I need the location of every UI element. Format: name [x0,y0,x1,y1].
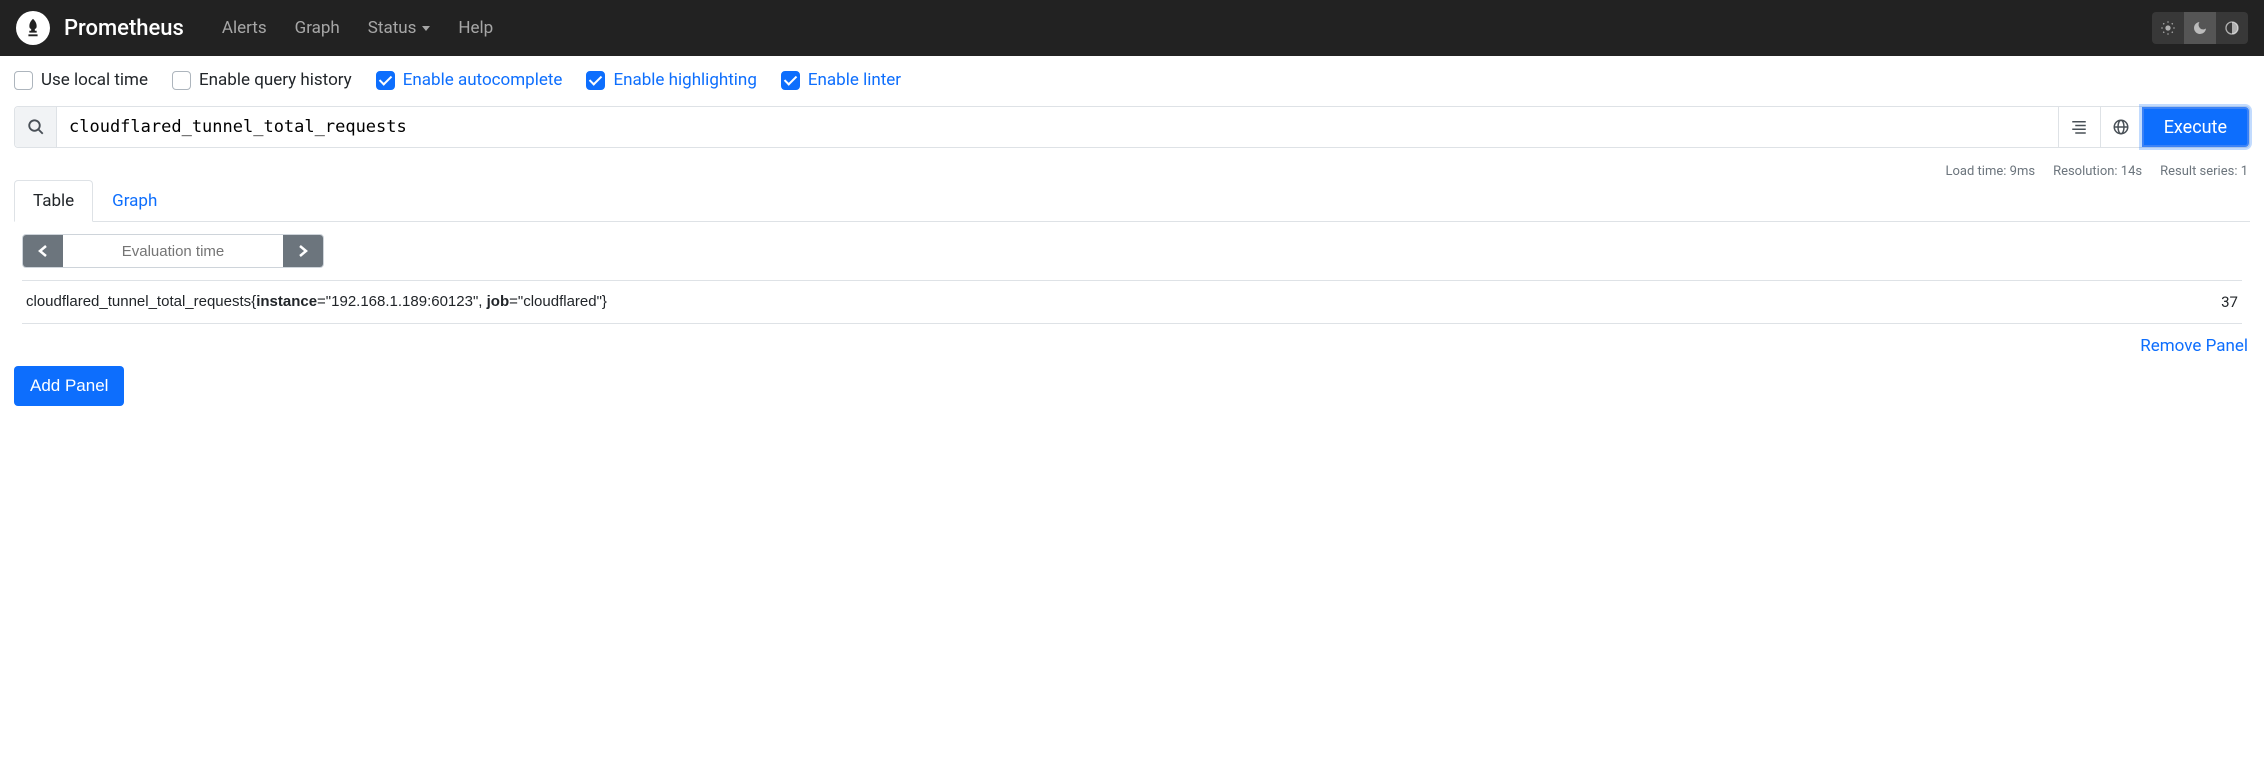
table-row: cloudflared_tunnel_total_requests{instan… [22,281,2242,323]
sun-icon [2160,20,2176,36]
main-container: Use local time Enable query history Enab… [0,56,2264,420]
navbar-left: Prometheus Alerts Graph Status Help [16,10,503,46]
theme-switcher [2152,12,2248,44]
evaluation-time-input[interactable] [63,235,283,267]
format-query-button[interactable] [2058,107,2100,147]
add-panel-button[interactable]: Add Panel [14,366,124,406]
navbar: Prometheus Alerts Graph Status Help [0,0,2264,56]
option-local-time[interactable]: Use local time [14,70,148,90]
chevron-down-icon [422,26,430,31]
eval-prev-button[interactable] [23,235,63,267]
nav-graph[interactable]: Graph [285,10,350,46]
moon-icon [2192,20,2208,36]
prometheus-logo-icon [16,11,50,45]
option-linter-label: Enable linter [808,70,901,90]
checkbox-checked-icon [376,71,395,90]
nav-alerts[interactable]: Alerts [212,10,277,46]
stat-resolution: Resolution: 14s [2053,164,2142,179]
remove-panel-row: Remove Panel [14,332,2250,366]
option-autocomplete-label: Enable autocomplete [403,70,563,90]
brand[interactable]: Prometheus [16,11,184,45]
brand-name: Prometheus [64,16,184,41]
option-highlighting[interactable]: Enable highlighting [586,70,756,90]
result-table: cloudflared_tunnel_total_requests{instan… [14,272,2250,332]
checkbox-unchecked-icon [172,71,191,90]
checkbox-checked-icon [781,71,800,90]
globe-icon [2112,118,2130,136]
evaluation-time-group [22,234,324,268]
search-icon [27,118,45,136]
checkbox-unchecked-icon [14,71,33,90]
stat-load-time: Load time: 9ms [1946,164,2036,179]
option-linter[interactable]: Enable linter [781,70,901,90]
option-query-history[interactable]: Enable query history [172,70,352,90]
chevron-left-icon [38,244,48,258]
metrics-explorer-button[interactable] [15,107,57,147]
theme-dark-button[interactable] [2184,12,2216,44]
option-query-history-label: Enable query history [199,70,352,90]
theme-auto-button[interactable] [2216,12,2248,44]
stat-result-series: Result series: 1 [2160,164,2248,179]
theme-light-button[interactable] [2152,12,2184,44]
nav-status[interactable]: Status [358,10,441,46]
expression-input[interactable] [57,107,2058,147]
view-tabs: Table Graph [14,180,2250,222]
globe-button[interactable] [2100,107,2142,147]
eval-next-button[interactable] [283,235,323,267]
contrast-icon [2224,20,2240,36]
nav-help[interactable]: Help [448,10,503,46]
result-value: 37 [2221,293,2238,311]
option-highlighting-label: Enable highlighting [613,70,756,90]
query-panel: Execute Load time: 9ms Resolution: 14s R… [14,106,2250,366]
query-stats: Load time: 9ms Resolution: 14s Result se… [14,158,2250,181]
query-input-group: Execute [14,106,2250,148]
checkbox-checked-icon [586,71,605,90]
format-icon [2070,118,2088,136]
result-metric: cloudflared_tunnel_total_requests{instan… [26,293,607,311]
options-row: Use local time Enable query history Enab… [14,70,2250,90]
chevron-right-icon [298,244,308,258]
execute-button[interactable]: Execute [2142,107,2249,147]
option-autocomplete[interactable]: Enable autocomplete [376,70,563,90]
nav-status-label: Status [368,18,417,38]
tab-graph[interactable]: Graph [93,180,176,222]
evaluation-controls [14,222,2250,272]
remove-panel-link[interactable]: Remove Panel [2140,336,2248,356]
tab-table[interactable]: Table [14,180,93,222]
option-local-time-label: Use local time [41,70,148,90]
